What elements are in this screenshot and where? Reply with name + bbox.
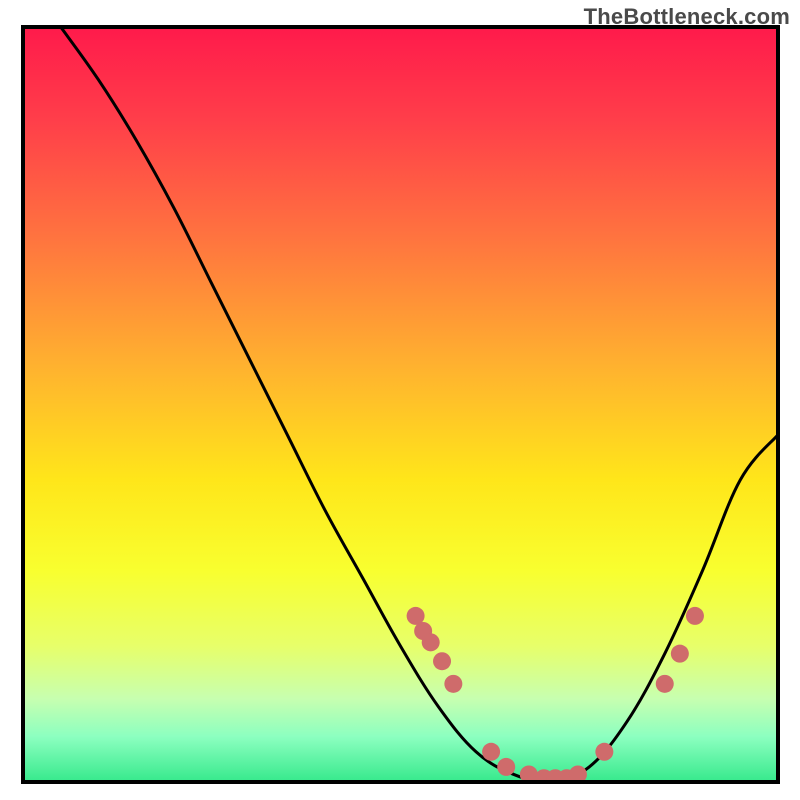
- bottleneck-chart: [0, 0, 800, 800]
- data-marker: [671, 645, 689, 663]
- data-marker: [444, 675, 462, 693]
- watermark-text: TheBottleneck.com: [584, 4, 790, 30]
- data-marker: [686, 607, 704, 625]
- data-marker: [482, 743, 500, 761]
- data-marker: [656, 675, 674, 693]
- data-marker: [595, 743, 613, 761]
- plot-area: [23, 27, 778, 787]
- data-marker: [422, 633, 440, 651]
- data-marker: [497, 758, 515, 776]
- chart-container: TheBottleneck.com: [0, 0, 800, 800]
- data-marker: [433, 652, 451, 670]
